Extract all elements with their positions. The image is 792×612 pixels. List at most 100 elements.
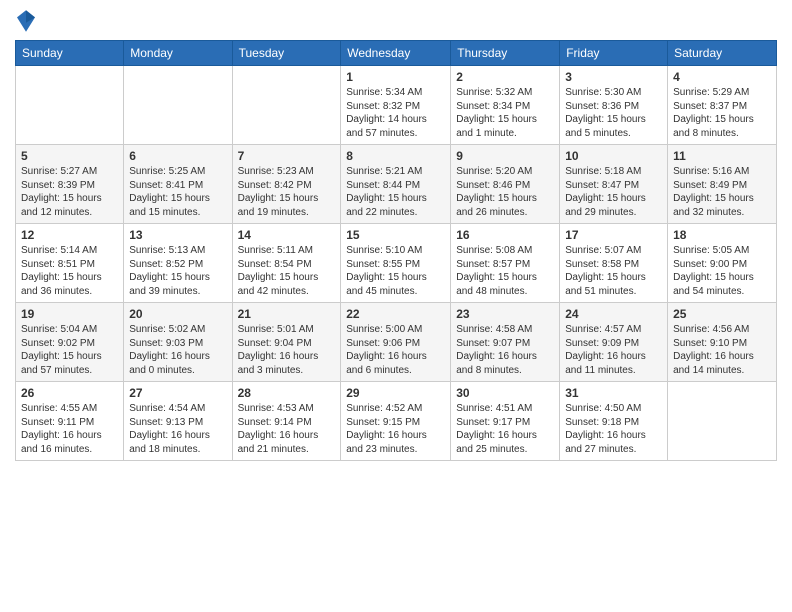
- weekday-header-sunday: Sunday: [16, 41, 124, 66]
- logo: [15, 10, 39, 32]
- weekday-header-friday: Friday: [560, 41, 668, 66]
- page: SundayMondayTuesdayWednesdayThursdayFrid…: [0, 0, 792, 612]
- day-number: 21: [238, 307, 336, 321]
- calendar-cell: 20Sunrise: 5:02 AM Sunset: 9:03 PM Dayli…: [124, 303, 232, 382]
- day-info: Sunrise: 5:27 AM Sunset: 8:39 PM Dayligh…: [21, 165, 118, 219]
- calendar-cell: 28 Sunrise: 4:53 AM Sunset: 9:14 PM Dayli…: [232, 382, 341, 461]
- day-number: 3: [565, 70, 662, 84]
- calendar-cell: 11 Sunrise: 5:16 AM Sunset: 8:49 PM Dayli…: [668, 145, 777, 224]
- day-info: Sunrise: 5:10 AM Sunset: 8:55 PM Dayligh…: [346, 244, 445, 298]
- calendar-cell: 17 Sunrise: 5:07 AM Sunset: 8:58 PM Dayli…: [560, 224, 668, 303]
- day-info: Sunrise: 5:00 AM Sunset: 9:06 PM Dayligh…: [346, 323, 445, 377]
- day-number: 8: [346, 149, 445, 163]
- day-number: 5: [21, 149, 118, 163]
- day-info: Sunrise: 4:58 AM Sunset: 9:07 PM Dayligh…: [456, 323, 554, 377]
- weekday-header-saturday: Saturday: [668, 41, 777, 66]
- calendar-cell: 24Sunrise: 4:57 AM Sunset: 9:09 PM Dayli…: [560, 303, 668, 382]
- calendar-table: SundayMondayTuesdayWednesdayThursdayFrid…: [15, 40, 777, 461]
- day-number: 14: [238, 228, 336, 242]
- day-info: Sunrise: 5:32 AM Sunset: 8:34 PM Dayligh…: [456, 86, 554, 140]
- calendar-cell: 23 Sunrise: 4:58 AM Sunset: 9:07 PM Dayli…: [451, 303, 560, 382]
- day-info: Sunrise: 4:51 AM Sunset: 9:17 PM Dayligh…: [456, 402, 554, 456]
- calendar-week-3: 12 Sunrise: 5:14 AM Sunset: 8:51 PM Dayli…: [16, 224, 777, 303]
- day-number: 18: [673, 228, 771, 242]
- day-number: 1: [346, 70, 445, 84]
- calendar-cell: [668, 382, 777, 461]
- day-info: Sunrise: 5:11 AM Sunset: 8:54 PM Dayligh…: [238, 244, 336, 298]
- calendar-cell: [232, 66, 341, 145]
- calendar-cell: [16, 66, 124, 145]
- day-info: Sunrise: 5:08 AM Sunset: 8:57 PM Dayligh…: [456, 244, 554, 298]
- day-number: 27: [129, 386, 226, 400]
- calendar-cell: 16Sunrise: 5:08 AM Sunset: 8:57 PM Dayli…: [451, 224, 560, 303]
- day-number: 2: [456, 70, 554, 84]
- calendar-cell: 14 Sunrise: 5:11 AM Sunset: 8:54 PM Dayli…: [232, 224, 341, 303]
- day-info: Sunrise: 4:52 AM Sunset: 9:15 PM Dayligh…: [346, 402, 445, 456]
- day-number: 13: [129, 228, 226, 242]
- day-info: Sunrise: 5:14 AM Sunset: 8:51 PM Dayligh…: [21, 244, 118, 298]
- day-number: 15: [346, 228, 445, 242]
- calendar-cell: [124, 66, 232, 145]
- calendar-cell: 19Sunrise: 5:04 AM Sunset: 9:02 PM Dayli…: [16, 303, 124, 382]
- day-number: 7: [238, 149, 336, 163]
- calendar-cell: 3 Sunrise: 5:30 AM Sunset: 8:36 PM Daylig…: [560, 66, 668, 145]
- day-info: Sunrise: 5:25 AM Sunset: 8:41 PM Dayligh…: [129, 165, 226, 219]
- day-number: 28: [238, 386, 336, 400]
- day-info: Sunrise: 4:50 AM Sunset: 9:18 PM Dayligh…: [565, 402, 662, 456]
- day-number: 9: [456, 149, 554, 163]
- calendar-cell: 18 Sunrise: 5:05 AM Sunset: 9:00 PM Dayli…: [668, 224, 777, 303]
- day-number: 29: [346, 386, 445, 400]
- day-info: Sunrise: 5:01 AM Sunset: 9:04 PM Dayligh…: [238, 323, 336, 377]
- calendar-cell: 27 Sunrise: 4:54 AM Sunset: 9:13 PM Dayli…: [124, 382, 232, 461]
- day-info: Sunrise: 5:07 AM Sunset: 8:58 PM Dayligh…: [565, 244, 662, 298]
- day-number: 6: [129, 149, 226, 163]
- day-number: 23: [456, 307, 554, 321]
- calendar-cell: 29 Sunrise: 4:52 AM Sunset: 9:15 PM Dayli…: [341, 382, 451, 461]
- day-number: 31: [565, 386, 662, 400]
- calendar-cell: 4Sunrise: 5:29 AM Sunset: 8:37 PM Daylig…: [668, 66, 777, 145]
- day-number: 22: [346, 307, 445, 321]
- logo-icon: [17, 10, 35, 32]
- calendar-cell: 1Sunrise: 5:34 AM Sunset: 8:32 PM Daylig…: [341, 66, 451, 145]
- weekday-header-monday: Monday: [124, 41, 232, 66]
- day-info: Sunrise: 5:23 AM Sunset: 8:42 PM Dayligh…: [238, 165, 336, 219]
- calendar-week-2: 5 Sunrise: 5:27 AM Sunset: 8:39 PM Daylig…: [16, 145, 777, 224]
- day-info: Sunrise: 5:05 AM Sunset: 9:00 PM Dayligh…: [673, 244, 771, 298]
- day-number: 17: [565, 228, 662, 242]
- calendar-week-4: 19Sunrise: 5:04 AM Sunset: 9:02 PM Dayli…: [16, 303, 777, 382]
- day-info: Sunrise: 5:21 AM Sunset: 8:44 PM Dayligh…: [346, 165, 445, 219]
- day-number: 10: [565, 149, 662, 163]
- calendar-cell: 9 Sunrise: 5:20 AM Sunset: 8:46 PM Daylig…: [451, 145, 560, 224]
- calendar-cell: 15 Sunrise: 5:10 AM Sunset: 8:55 PM Dayli…: [341, 224, 451, 303]
- day-info: Sunrise: 5:13 AM Sunset: 8:52 PM Dayligh…: [129, 244, 226, 298]
- day-info: Sunrise: 5:02 AM Sunset: 9:03 PM Dayligh…: [129, 323, 226, 377]
- day-number: 24: [565, 307, 662, 321]
- calendar-cell: 31 Sunrise: 4:50 AM Sunset: 9:18 PM Dayli…: [560, 382, 668, 461]
- calendar-cell: 8 Sunrise: 5:21 AM Sunset: 8:44 PM Daylig…: [341, 145, 451, 224]
- day-number: 26: [21, 386, 118, 400]
- day-info: Sunrise: 5:18 AM Sunset: 8:47 PM Dayligh…: [565, 165, 662, 219]
- day-number: 11: [673, 149, 771, 163]
- day-info: Sunrise: 5:20 AM Sunset: 8:46 PM Dayligh…: [456, 165, 554, 219]
- day-info: Sunrise: 4:56 AM Sunset: 9:10 PM Dayligh…: [673, 323, 771, 377]
- header: [15, 10, 777, 32]
- day-info: Sunrise: 5:16 AM Sunset: 8:49 PM Dayligh…: [673, 165, 771, 219]
- day-number: 19: [21, 307, 118, 321]
- day-info: Sunrise: 5:30 AM Sunset: 8:36 PM Dayligh…: [565, 86, 662, 140]
- day-info: Sunrise: 4:54 AM Sunset: 9:13 PM Dayligh…: [129, 402, 226, 456]
- calendar-cell: 25 Sunrise: 4:56 AM Sunset: 9:10 PM Dayli…: [668, 303, 777, 382]
- weekday-header-tuesday: Tuesday: [232, 41, 341, 66]
- day-number: 25: [673, 307, 771, 321]
- calendar-week-1: 1Sunrise: 5:34 AM Sunset: 8:32 PM Daylig…: [16, 66, 777, 145]
- day-info: Sunrise: 4:53 AM Sunset: 9:14 PM Dayligh…: [238, 402, 336, 456]
- calendar-cell: 30Sunrise: 4:51 AM Sunset: 9:17 PM Dayli…: [451, 382, 560, 461]
- day-number: 12: [21, 228, 118, 242]
- calendar-cell: 22 Sunrise: 5:00 AM Sunset: 9:06 PM Dayli…: [341, 303, 451, 382]
- calendar-week-5: 26 Sunrise: 4:55 AM Sunset: 9:11 PM Dayli…: [16, 382, 777, 461]
- calendar-cell: 10 Sunrise: 5:18 AM Sunset: 8:47 PM Dayli…: [560, 145, 668, 224]
- day-info: Sunrise: 4:55 AM Sunset: 9:11 PM Dayligh…: [21, 402, 118, 456]
- weekday-header-wednesday: Wednesday: [341, 41, 451, 66]
- calendar-cell: 7 Sunrise: 5:23 AM Sunset: 8:42 PM Daylig…: [232, 145, 341, 224]
- calendar-cell: 13 Sunrise: 5:13 AM Sunset: 8:52 PM Dayli…: [124, 224, 232, 303]
- calendar-cell: 26 Sunrise: 4:55 AM Sunset: 9:11 PM Dayli…: [16, 382, 124, 461]
